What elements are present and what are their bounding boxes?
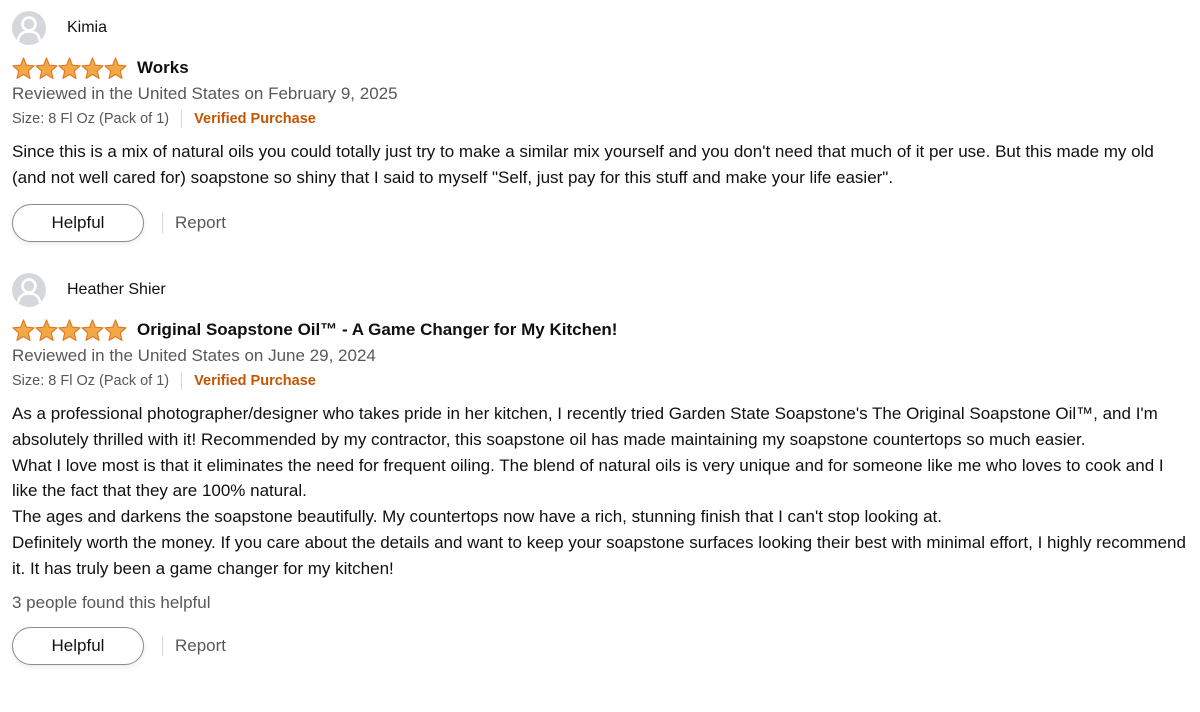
helpful-button[interactable]: Helpful [12,626,144,665]
action-divider [162,635,163,656]
review-title[interactable]: Works [137,57,189,79]
review-paragraph: Since this is a mix of natural oils you … [12,142,1154,187]
meta-divider [181,110,183,128]
review-paragraph: As a professional photographer/designer … [12,404,1158,449]
star-rating[interactable] [12,319,127,341]
report-link[interactable]: Report [175,636,226,656]
review-date: Reviewed in the United States on Februar… [12,84,398,103]
review-body: Since this is a mix of natural oils you … [12,139,1192,191]
star-icon [35,319,58,341]
star-icon [81,319,104,341]
star-icon [58,57,81,79]
star-icon [35,57,58,79]
avatar-icon [12,11,46,45]
review-paragraph: What I love most is that it eliminates t… [12,455,1164,501]
review-date: Reviewed in the United States on June 29… [12,346,376,365]
helpful-count: 3 people found this helpful [12,592,211,612]
reviewer-profile[interactable]: Kimia [12,10,1192,46]
reviewer-name[interactable]: Heather Shier [67,280,166,300]
reviewer-name[interactable]: Kimia [67,18,107,38]
star-rating[interactable] [12,57,127,79]
review-card: Heather Shier Original Soapstone Oil™ - … [12,272,1192,666]
review-paragraph: The ages and darkens the soapstone beaut… [12,507,942,527]
verified-purchase-badge: Verified Purchase [194,111,316,127]
review-paragraph: Definitely worth the money. If you care … [12,532,1186,578]
review-body: As a professional photographer/designer … [12,401,1192,582]
action-divider [162,212,163,233]
meta-divider [181,372,183,390]
helpful-button[interactable]: Helpful [12,203,144,242]
review-card: Kimia Works Reviewed in the United State… [12,10,1192,243]
review-title[interactable]: Original Soapstone Oil™ - A Game Changer… [137,319,617,341]
verified-purchase-badge: Verified Purchase [194,373,316,389]
product-size: Size: 8 Fl Oz (Pack of 1) [12,373,170,389]
star-icon [12,319,35,341]
avatar-icon [12,273,46,307]
star-icon [12,57,35,79]
product-size: Size: 8 Fl Oz (Pack of 1) [12,111,170,127]
star-icon [104,319,127,341]
star-icon [104,57,127,79]
report-link[interactable]: Report [175,213,226,233]
star-icon [81,57,104,79]
reviewer-profile[interactable]: Heather Shier [12,272,1192,308]
star-icon [58,319,81,341]
